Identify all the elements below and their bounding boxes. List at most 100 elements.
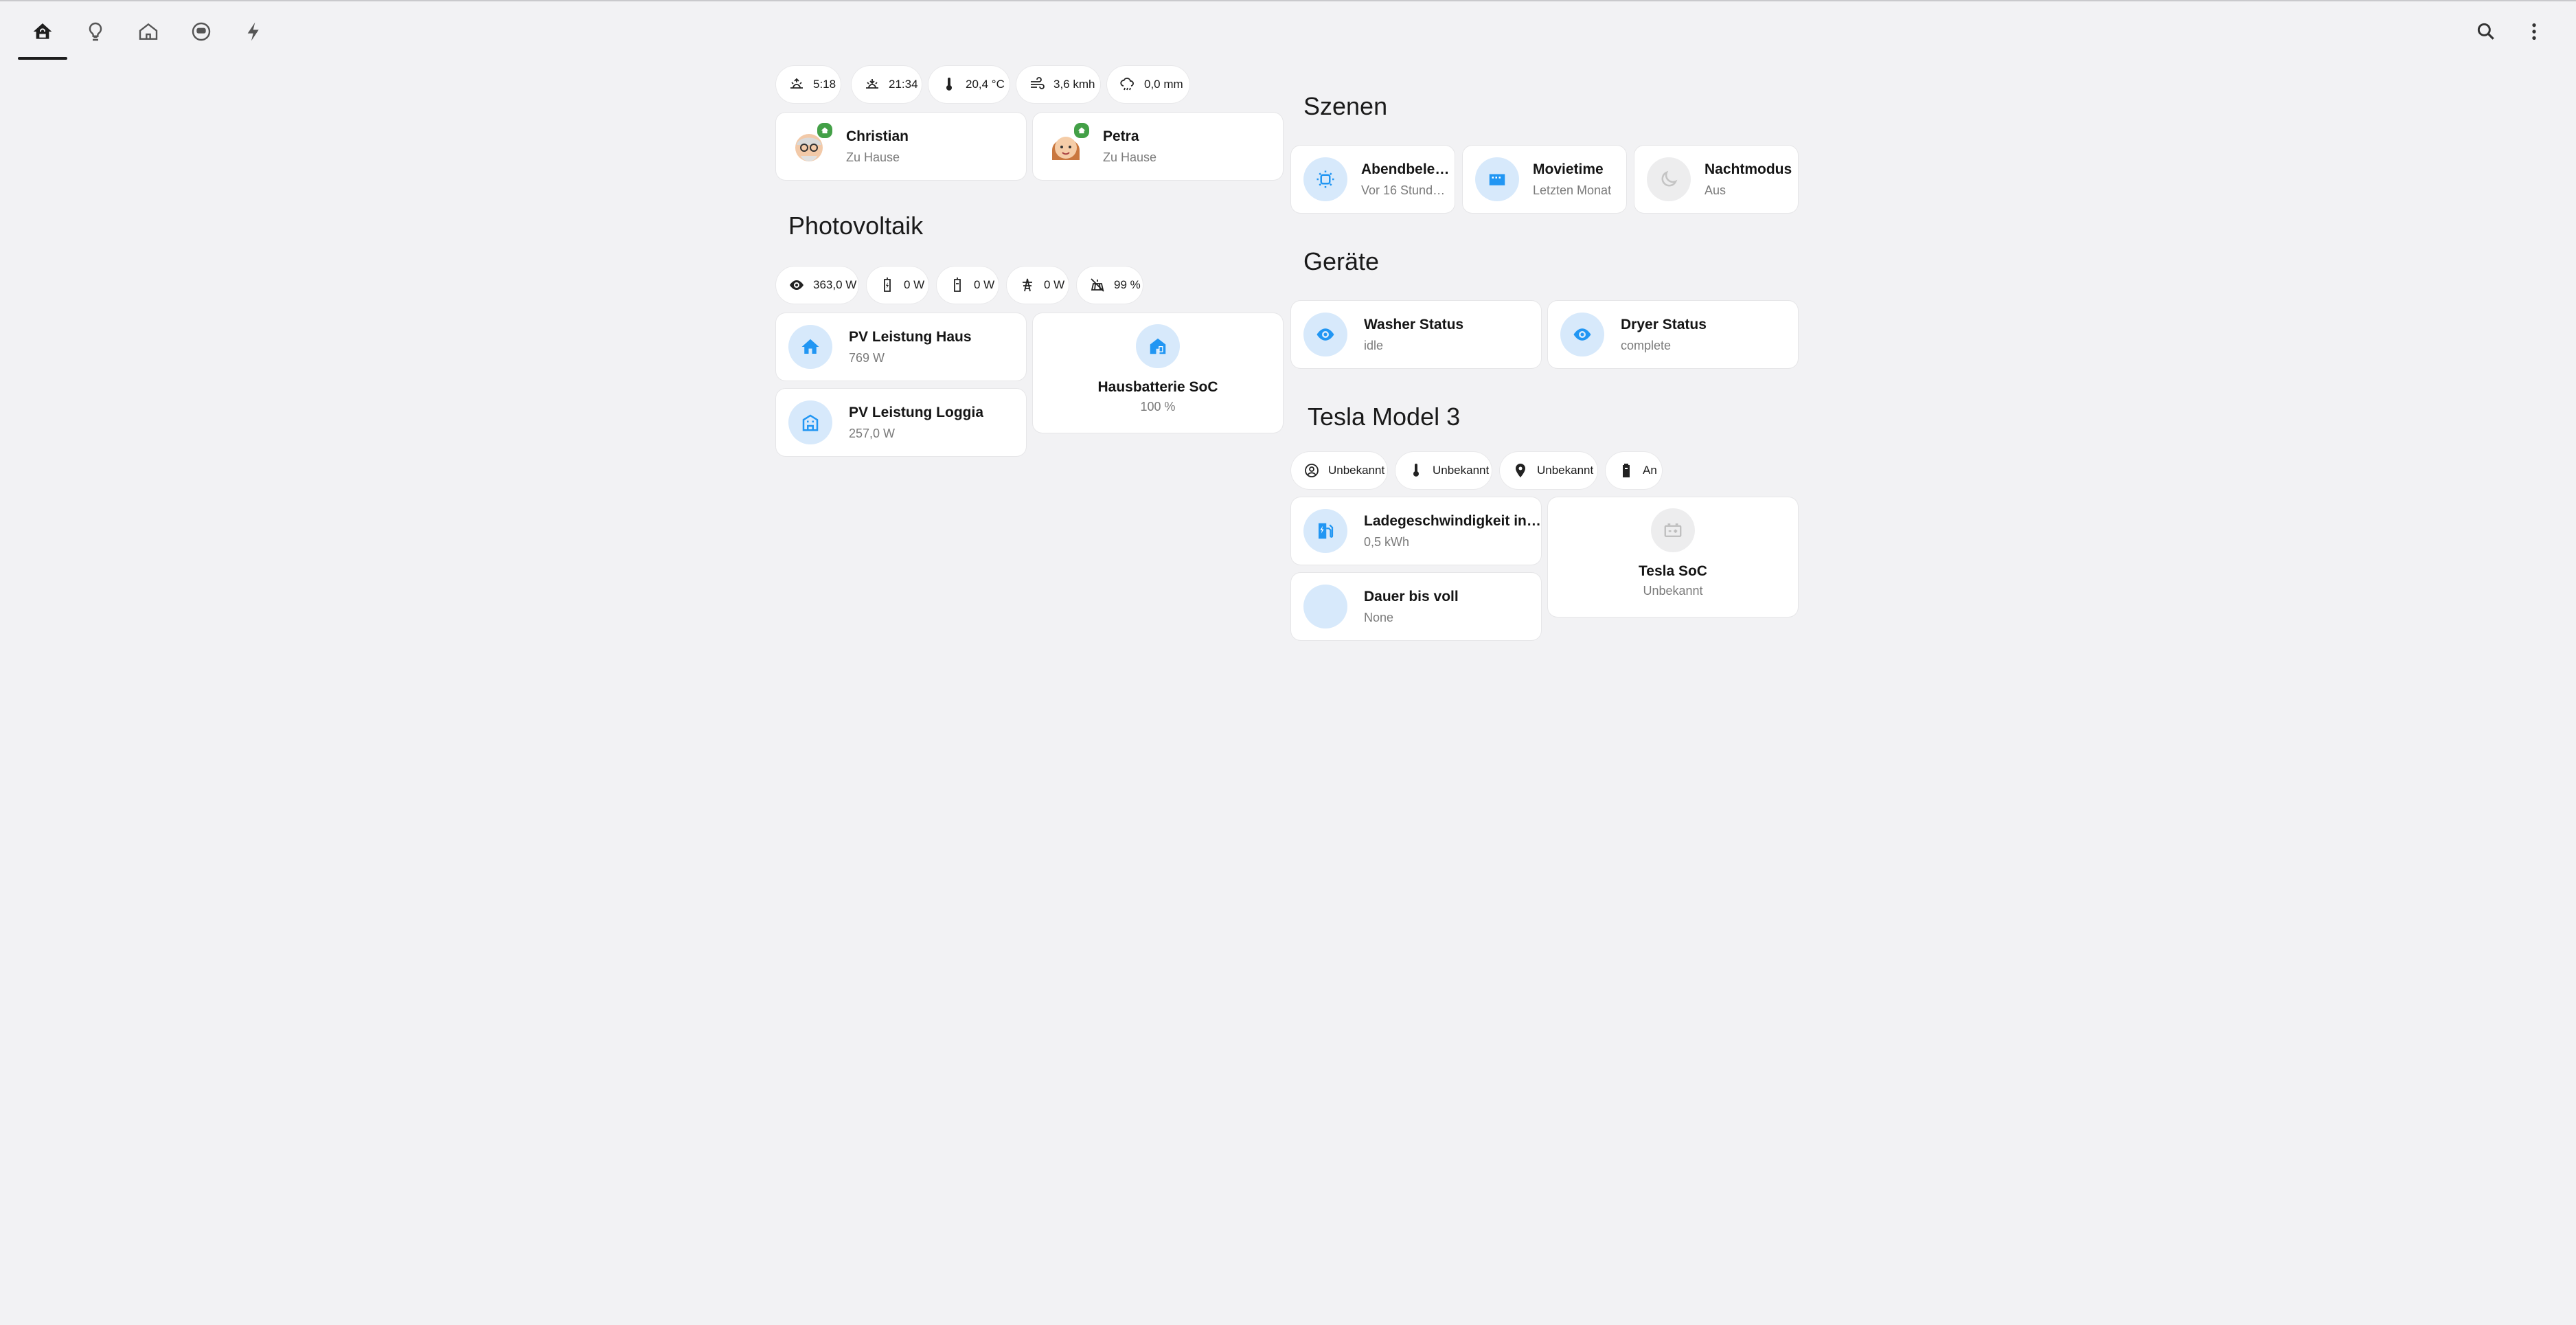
rain-icon	[1120, 78, 1134, 91]
tesla-temperature-value: Unbekannt	[1433, 464, 1490, 477]
tile-sub: complete	[1621, 338, 1672, 352]
tile-title: PV Leistung Haus	[849, 328, 972, 345]
thermometer-icon	[946, 78, 952, 91]
tab-energy[interactable]	[239, 16, 269, 47]
car-battery-icon	[1664, 523, 1682, 537]
wind-value: 3,6 kmh	[1053, 78, 1095, 91]
tesla-location-value: Unbekannt	[1537, 464, 1594, 477]
lightbulb-icon	[89, 22, 102, 41]
icon-badge	[1303, 509, 1347, 553]
tile-hausbatterie-soc[interactable]: Hausbatterie SoC 100 %	[1033, 313, 1283, 433]
tile-sub: None	[1364, 610, 1394, 624]
person-state: Zu Hause	[1103, 150, 1157, 164]
battery-charging-icon	[884, 278, 891, 292]
search-button[interactable]	[2471, 16, 2501, 47]
active-tab-indicator	[18, 57, 67, 60]
tile-title: Washer Status	[1364, 316, 1464, 332]
person-card-petra[interactable]: Petra Zu Hause	[1033, 113, 1283, 180]
tile-value: Unbekannt	[1643, 584, 1703, 598]
rain-chip[interactable]: 0,0 mm	[1107, 66, 1189, 103]
autarky-value: 99 %	[1114, 278, 1141, 291]
pv-power-value: 363,0 W	[813, 278, 857, 291]
tile-title: Abendbele…	[1361, 161, 1450, 177]
tile-scene-nachtmodus[interactable]: Nachtmodus Aus	[1634, 146, 1798, 213]
grid-power-value: 0 W	[1044, 278, 1065, 291]
battery-discharging-icon	[954, 278, 961, 292]
tesla-battery-chip[interactable]: An	[1606, 452, 1662, 489]
section-title-geraete: Geräte	[1303, 247, 1380, 275]
tile-title: Ladegeschwindigkeit in …	[1364, 512, 1541, 529]
home-badge-icon	[1078, 127, 1086, 134]
tile-title: PV Leistung Loggia	[849, 404, 984, 420]
tab-lights[interactable]	[80, 16, 111, 47]
tile-title: Tesla SoC	[1639, 563, 1707, 579]
top-app-bar	[0, 0, 2576, 60]
tile-pv-leistung-loggia[interactable]: PV Leistung Loggia 257,0 W	[776, 389, 1026, 456]
sunrise-value: 5:18	[813, 78, 836, 91]
person-name: Petra	[1103, 128, 1139, 144]
tile-title: Dauer bis voll	[1364, 588, 1459, 604]
icon-badge	[1647, 157, 1691, 201]
section-title-tesla: Tesla Model 3	[1308, 403, 1461, 431]
tile-dauer-bis-voll[interactable]: Dauer bis voll None	[1291, 573, 1541, 640]
overflow-menu-button[interactable]	[2519, 16, 2549, 47]
sunrise-icon	[790, 78, 803, 89]
home-status-badge	[1073, 122, 1091, 139]
tab-home[interactable]	[27, 16, 58, 47]
tile-sub: Aus	[1705, 183, 1726, 197]
section-title-szenen: Szenen	[1303, 92, 1388, 120]
battery-discharge-value: 0 W	[974, 278, 995, 291]
ev-station-icon	[1319, 523, 1334, 539]
home-icon	[801, 339, 819, 354]
tile-scene-movietime[interactable]: Movietime Letzten Monat	[1463, 146, 1626, 213]
person-name: Christian	[846, 128, 909, 144]
grid-power-chip[interactable]: 0 W	[1007, 267, 1069, 304]
icon-badge	[788, 325, 832, 369]
thermometer-icon	[1413, 464, 1419, 477]
icon-badge	[1303, 585, 1347, 628]
tile-title: Movietime	[1533, 161, 1604, 177]
icon-badge	[1136, 324, 1180, 368]
tesla-driver-chip[interactable]: Unbekannt	[1291, 452, 1387, 489]
tile-pv-leistung-haus[interactable]: PV Leistung Haus 769 W	[776, 313, 1026, 381]
temperature-chip[interactable]: 20,4 °C	[928, 66, 1010, 103]
section-title-photovoltaik: Photovoltaik	[788, 212, 924, 240]
tile-title: Dryer Status	[1621, 316, 1707, 332]
tile-sub: Letzten Monat	[1533, 183, 1612, 197]
tile-tesla-soc[interactable]: Tesla SoC Unbekannt	[1548, 497, 1798, 617]
person-card-christian[interactable]: Christian Zu Hause	[776, 113, 1026, 180]
eye-icon	[790, 280, 803, 290]
pv-power-chip[interactable]: 363,0 W	[776, 267, 858, 304]
battery-discharge-chip[interactable]: 0 W	[937, 267, 999, 304]
tile-washer-status[interactable]: Washer Status idle	[1291, 301, 1541, 368]
eye-icon	[1317, 328, 1334, 341]
battery-charge-chip[interactable]: 0 W	[867, 267, 928, 304]
dots-vertical-icon	[2532, 23, 2536, 40]
home-automation-icon	[33, 23, 52, 39]
tab-house[interactable]	[133, 16, 163, 47]
tile-ladegeschwindigkeit[interactable]: Ladegeschwindigkeit in … 0,5 kWh	[1291, 497, 1541, 565]
tile-value: 100 %	[1140, 400, 1176, 414]
battery-charge-value: 0 W	[904, 278, 925, 291]
tab-robot[interactable]	[186, 16, 216, 47]
tile-sub: Vor 16 Stund…	[1361, 183, 1446, 197]
icon-badge	[1475, 157, 1519, 201]
wind-icon	[1031, 77, 1045, 89]
sunrise-chip[interactable]: 5:18	[776, 66, 841, 103]
autarky-chip[interactable]: 99 %	[1077, 267, 1143, 304]
icon-badge	[1303, 313, 1347, 356]
sunset-value: 21:34	[889, 78, 918, 91]
sun-dots-icon	[1317, 170, 1334, 188]
wind-chip[interactable]: 3,6 kmh	[1016, 66, 1100, 103]
building-icon	[802, 414, 819, 431]
tile-dryer-status[interactable]: Dryer Status complete	[1548, 301, 1798, 368]
tile-scene-abendbeleuchtung[interactable]: Abendbele… Vor 16 Stund…	[1291, 146, 1455, 213]
tesla-location-chip[interactable]: Unbekannt	[1500, 452, 1597, 489]
map-marker-icon	[1516, 464, 1525, 477]
house-outline-icon	[139, 23, 158, 40]
eye-icon	[1573, 328, 1591, 341]
tile-title: Nachtmodus	[1705, 161, 1792, 177]
tesla-temperature-chip[interactable]: Unbekannt	[1395, 452, 1492, 489]
home-badge-icon	[821, 127, 829, 134]
sunset-chip[interactable]: 21:34	[852, 66, 922, 103]
